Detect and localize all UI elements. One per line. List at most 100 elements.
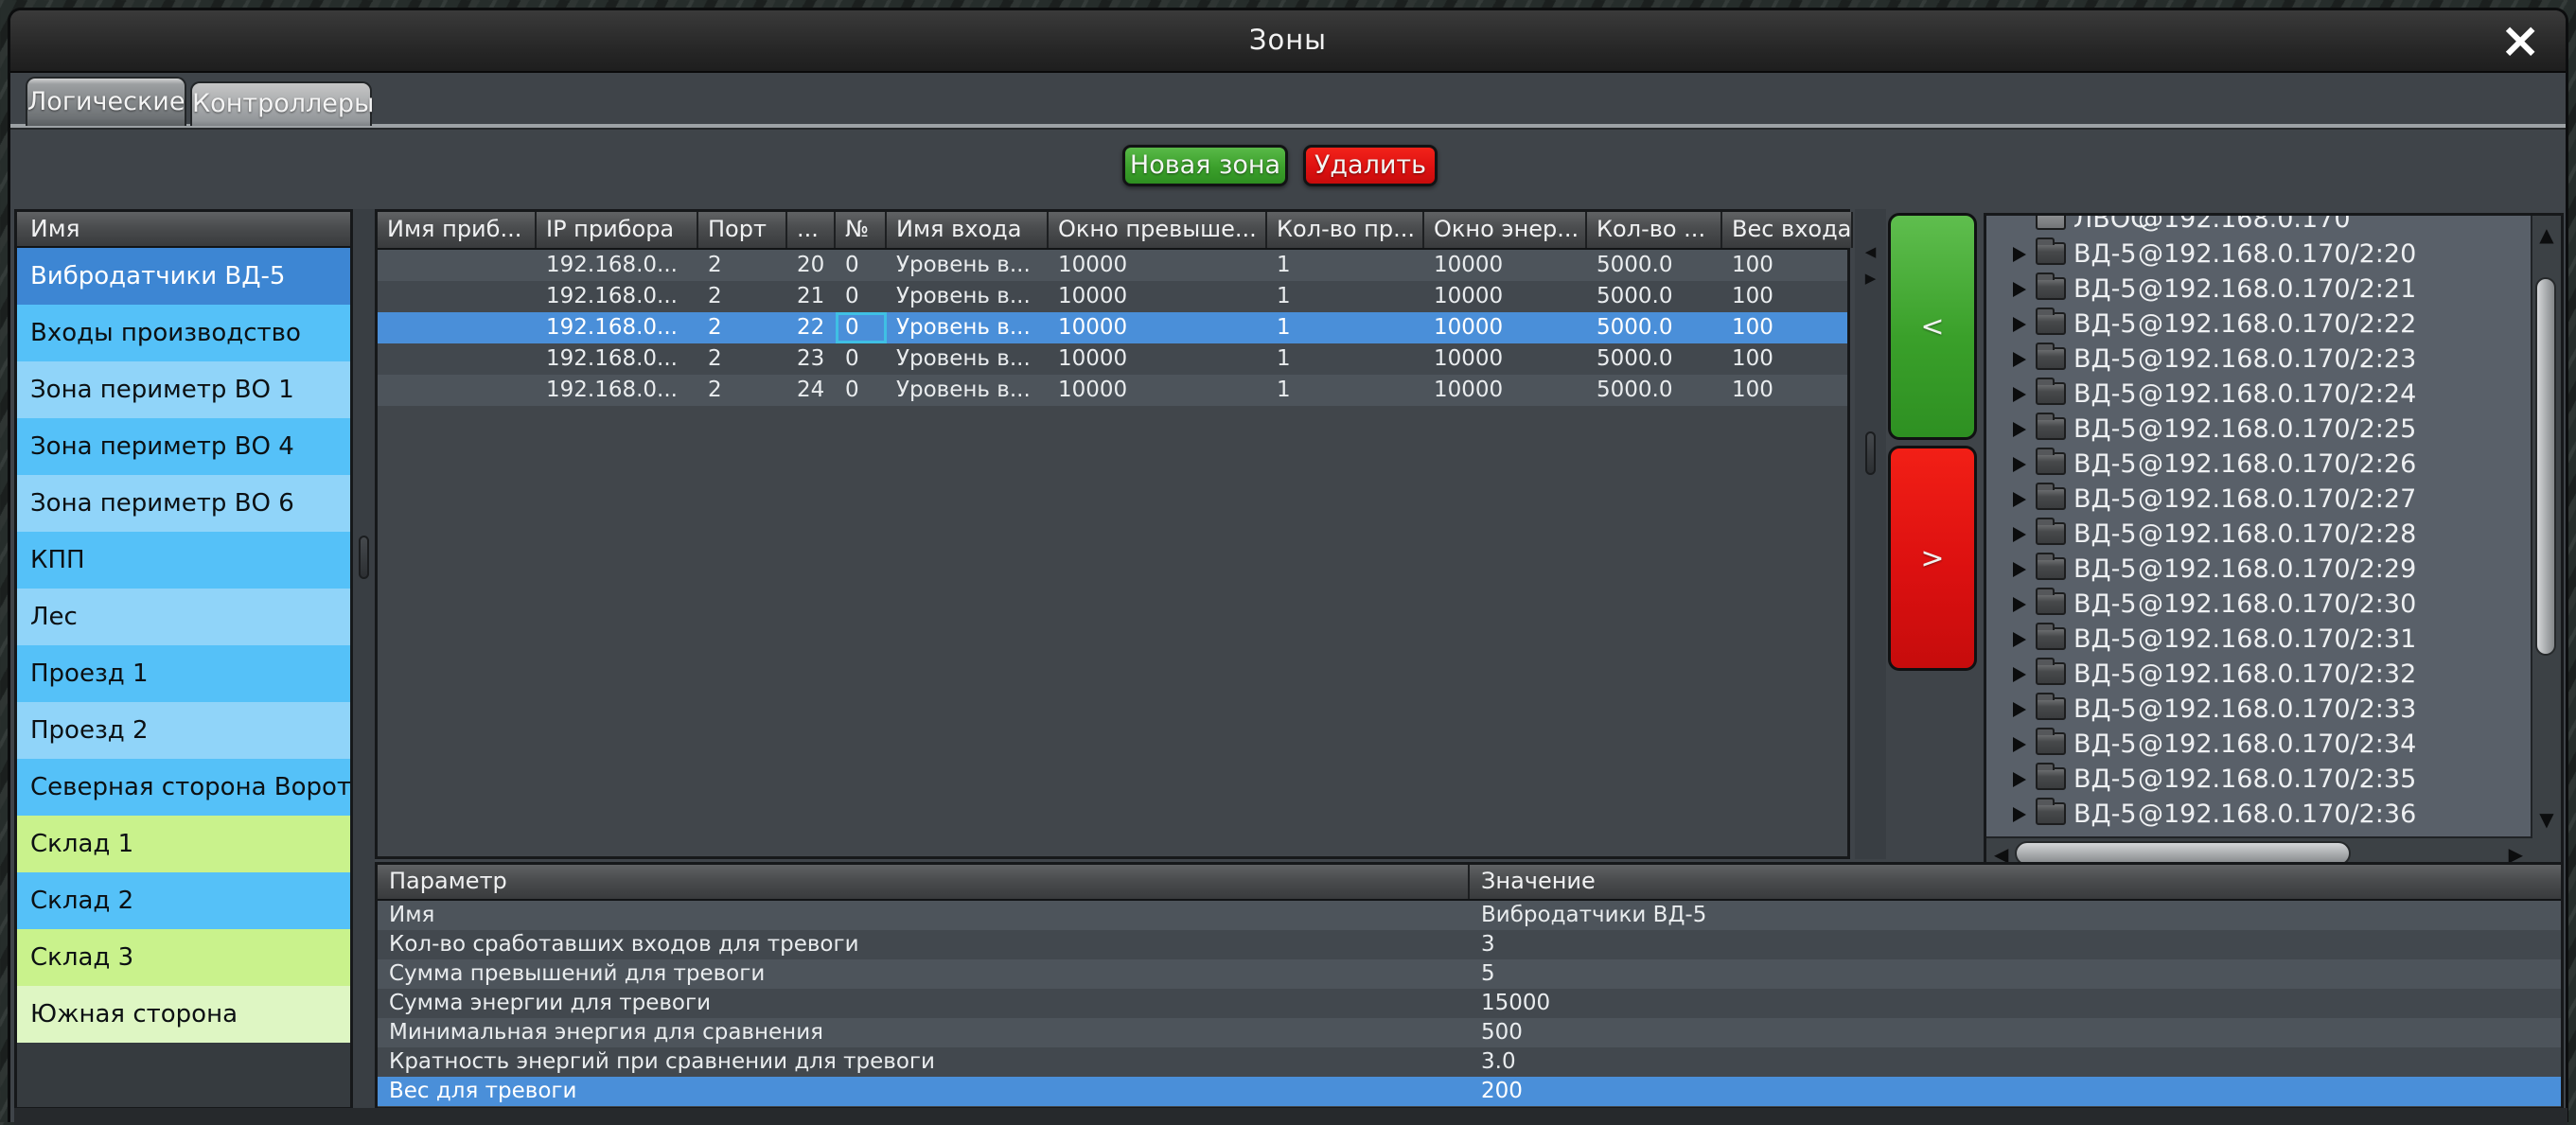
device-cell[interactable]: 192.168.0... bbox=[537, 281, 698, 312]
device-cell[interactable]: 1 bbox=[1267, 281, 1424, 312]
tree-item[interactable]: ВД-5@192.168.0.170/2:27 bbox=[1986, 482, 2531, 517]
device-column-header[interactable]: Вес входа bbox=[1722, 212, 1853, 248]
parameter-name[interactable]: Кол-во сработавших входов для тревоги bbox=[378, 930, 1470, 959]
device-column-header[interactable]: Имя входа bbox=[887, 212, 1049, 248]
device-cell[interactable]: 0 bbox=[836, 312, 887, 343]
device-column-header[interactable]: Кол-во пр... bbox=[1267, 212, 1424, 248]
device-cell[interactable]: 10000 bbox=[1424, 343, 1587, 375]
device-cell[interactable] bbox=[378, 375, 537, 406]
device-cell[interactable]: 21 bbox=[787, 281, 836, 312]
device-cell[interactable]: 0 bbox=[836, 250, 887, 281]
parameter-value[interactable]: 3.0 bbox=[1470, 1047, 2561, 1077]
zone-list-item[interactable]: Склад 3 bbox=[17, 929, 350, 986]
parameter-row[interactable]: Сумма превышений для тревоги5 bbox=[378, 959, 2561, 989]
tree-vertical-scrollbar[interactable]: ▲ ▼ bbox=[2531, 216, 2561, 870]
device-table-row[interactable]: 192.168.0...2240Уровень в...100001100005… bbox=[378, 375, 1847, 406]
parameter-row-selected[interactable]: Вес для тревоги200 bbox=[378, 1077, 2561, 1106]
expander-triangle-icon[interactable] bbox=[2013, 632, 2026, 647]
parameter-value[interactable]: 15000 bbox=[1470, 989, 2561, 1018]
tree-item[interactable]: ВД-5@192.168.0.170/2:36 bbox=[1986, 797, 2531, 832]
device-cell[interactable]: Уровень в... bbox=[887, 250, 1049, 281]
zone-list-item[interactable]: Зона периметр ВО 1 bbox=[17, 361, 350, 418]
new-zone-button[interactable]: Новая зона bbox=[1122, 145, 1288, 186]
expander-triangle-icon[interactable] bbox=[2013, 387, 2026, 402]
parameter-name[interactable]: Имя bbox=[378, 901, 1470, 930]
device-column-header[interactable]: Кол-во ... bbox=[1587, 212, 1722, 248]
device-cell[interactable]: 1 bbox=[1267, 343, 1424, 375]
device-column-header[interactable]: ... bbox=[787, 212, 836, 248]
device-cell[interactable]: 1 bbox=[1267, 312, 1424, 343]
splitter-left[interactable] bbox=[353, 209, 375, 1110]
device-cell[interactable]: 5000.0 bbox=[1587, 343, 1722, 375]
tree-item[interactable]: ВД-5@192.168.0.170/2:31 bbox=[1986, 622, 2531, 657]
close-icon[interactable]: × bbox=[2499, 16, 2541, 65]
device-cell[interactable]: 0 bbox=[836, 281, 887, 312]
device-cell[interactable]: 10000 bbox=[1424, 375, 1587, 406]
parameter-name[interactable]: Сумма энергии для тревоги bbox=[378, 989, 1470, 1018]
collapse-left-icon[interactable]: ◀ bbox=[1855, 245, 1886, 259]
zone-list-item[interactable]: Склад 1 bbox=[17, 816, 350, 872]
expander-triangle-icon[interactable] bbox=[2013, 562, 2026, 577]
tree-vscroll-thumb[interactable] bbox=[2535, 277, 2556, 656]
tree-item[interactable]: ВД-5@192.168.0.170/2:23 bbox=[1986, 342, 2531, 377]
device-cell[interactable]: 23 bbox=[787, 343, 836, 375]
device-column-header[interactable]: Порт bbox=[698, 212, 787, 248]
tree-item[interactable]: ВД-5@192.168.0.170/2:20 bbox=[1986, 237, 2531, 272]
device-cell[interactable]: 10000 bbox=[1049, 281, 1267, 312]
device-cell[interactable]: 1 bbox=[1267, 375, 1424, 406]
assign-input-button[interactable]: < bbox=[1888, 213, 1977, 440]
expander-triangle-icon[interactable] bbox=[2013, 492, 2026, 507]
zone-list-item[interactable]: Склад 2 bbox=[17, 872, 350, 929]
zone-list-item[interactable]: Лес bbox=[17, 589, 350, 645]
zone-list-item[interactable]: Проезд 2 bbox=[17, 702, 350, 759]
expander-triangle-icon[interactable] bbox=[2013, 737, 2026, 752]
zones-list-header[interactable]: Имя bbox=[17, 212, 350, 248]
expander-triangle-icon[interactable] bbox=[2013, 422, 2026, 437]
expander-triangle-icon[interactable] bbox=[2013, 457, 2026, 472]
value-column-header[interactable]: Значение bbox=[1470, 865, 2561, 899]
tree-item[interactable]: ВД-5@192.168.0.170/2:29 bbox=[1986, 552, 2531, 587]
device-cell[interactable]: 20 bbox=[787, 250, 836, 281]
device-cell[interactable]: 5000.0 bbox=[1587, 375, 1722, 406]
parameter-value[interactable]: 5 bbox=[1470, 959, 2561, 989]
tree-item[interactable]: ВД-5@192.168.0.170/2:25 bbox=[1986, 412, 2531, 447]
device-cell[interactable]: 5000.0 bbox=[1587, 281, 1722, 312]
expander-triangle-icon[interactable] bbox=[2013, 247, 2026, 262]
device-column-header[interactable]: Имя приб... bbox=[378, 212, 537, 248]
device-cell[interactable]: Уровень в... bbox=[887, 312, 1049, 343]
zone-list-item[interactable]: Северная сторона Ворота bbox=[17, 759, 350, 816]
zone-list-item[interactable]: Зона периметр ВО 6 bbox=[17, 475, 350, 532]
scroll-down-icon[interactable]: ▼ bbox=[2532, 808, 2561, 831]
tree-item[interactable]: ВД-5@192.168.0.170/2:28 bbox=[1986, 517, 2531, 552]
parameter-row[interactable]: ИмяВибродатчики ВД-5 bbox=[378, 901, 2561, 930]
device-cell[interactable]: 192.168.0... bbox=[537, 375, 698, 406]
device-cell[interactable]: 10000 bbox=[1424, 250, 1587, 281]
tree-item[interactable]: ВД-5@192.168.0.170/2:26 bbox=[1986, 447, 2531, 482]
device-table-row-selected[interactable]: 192.168.0...2220Уровень в...100001100005… bbox=[378, 312, 1847, 343]
device-cell[interactable]: 100 bbox=[1722, 250, 1853, 281]
device-cell[interactable]: Уровень в... bbox=[887, 343, 1049, 375]
parameter-name[interactable]: Минимальная энергия для сравнения bbox=[378, 1018, 1470, 1047]
device-cell[interactable]: 0 bbox=[836, 375, 887, 406]
tree-item[interactable]: ВД-5@192.168.0.170/2:32 bbox=[1986, 657, 2531, 692]
device-cell[interactable] bbox=[378, 312, 537, 343]
device-cell[interactable]: 5000.0 bbox=[1587, 312, 1722, 343]
device-cell[interactable]: 24 bbox=[787, 375, 836, 406]
zone-list-item[interactable]: Зона периметр ВО 4 bbox=[17, 418, 350, 475]
device-cell[interactable]: 2 bbox=[698, 312, 787, 343]
device-cell[interactable]: 100 bbox=[1722, 343, 1853, 375]
device-cell[interactable]: 10000 bbox=[1049, 250, 1267, 281]
expander-triangle-icon[interactable] bbox=[2013, 527, 2026, 542]
expander-triangle-icon[interactable] bbox=[2013, 772, 2026, 787]
tab-logical[interactable]: Логические bbox=[26, 77, 186, 126]
expander-triangle-icon[interactable] bbox=[2013, 702, 2026, 717]
expander-triangle-icon[interactable] bbox=[2013, 597, 2026, 612]
device-cell[interactable]: Уровень в... bbox=[887, 281, 1049, 312]
parameter-value[interactable]: Вибродатчики ВД-5 bbox=[1470, 901, 2561, 930]
device-cell[interactable]: 22 bbox=[787, 312, 836, 343]
device-cell[interactable]: 192.168.0... bbox=[537, 250, 698, 281]
device-cell[interactable] bbox=[378, 281, 537, 312]
parameter-value[interactable]: 500 bbox=[1470, 1018, 2561, 1047]
device-table-row[interactable]: 192.168.0...2230Уровень в...100001100005… bbox=[378, 343, 1847, 375]
device-cell[interactable]: 1 bbox=[1267, 250, 1424, 281]
